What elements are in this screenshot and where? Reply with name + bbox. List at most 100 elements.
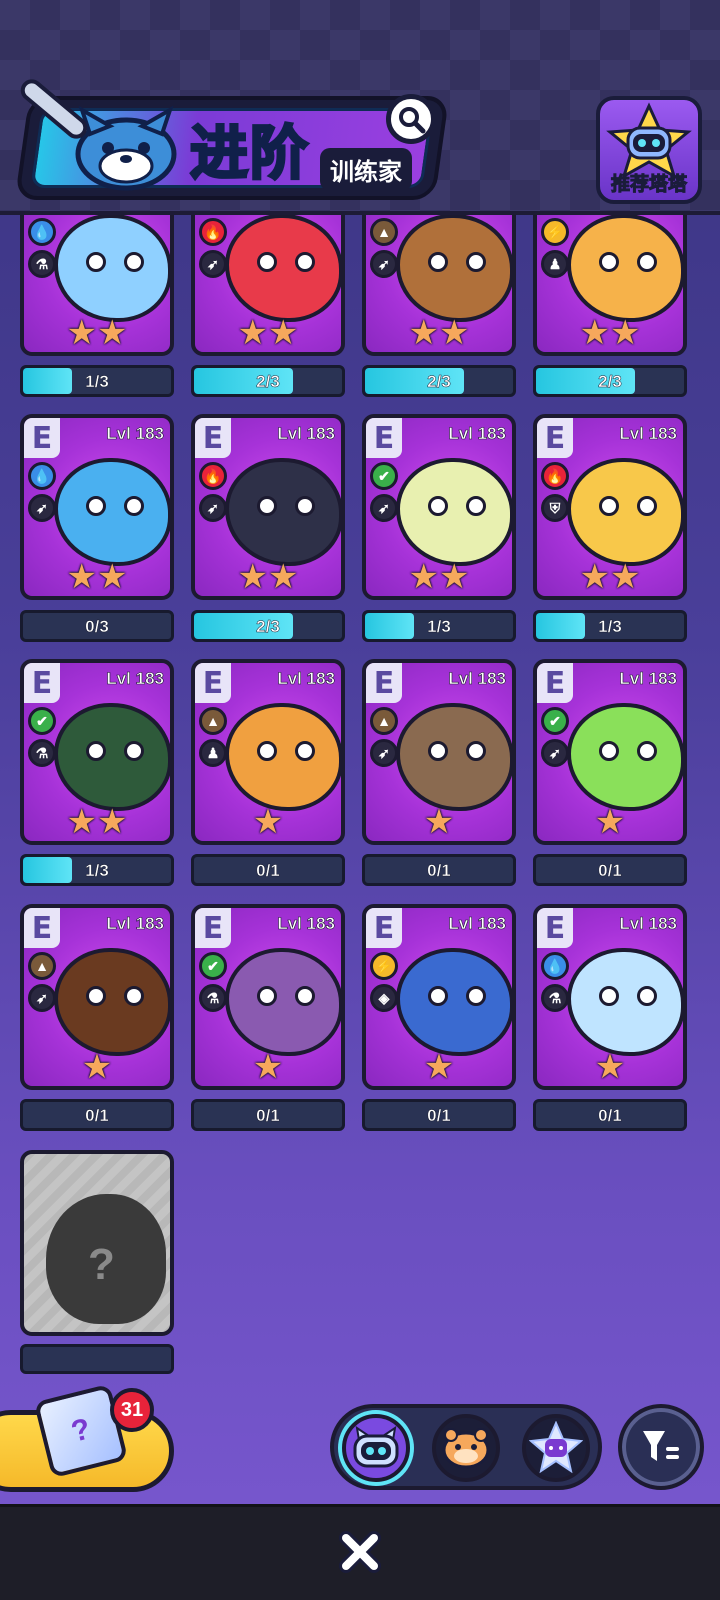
level-label: Lvl 183 [619,424,677,444]
evolve-progress-bar: 2/3 [533,365,687,397]
fire-element-icon: 🔥 [541,462,569,490]
creature-portrait [396,458,512,566]
tab-star-cat[interactable] [522,1414,590,1482]
star-rating: ★★ [237,558,299,596]
creature-card[interactable]: E Lvl 183 ✔ ➶ ★ [533,659,687,845]
eye [637,986,657,1006]
creature-portrait [396,703,512,811]
progress-text: 1/3 [427,617,451,637]
creature-card[interactable]: E Lvl 183 ⚡ ◈ ★ [362,904,516,1090]
star-rating: ★ [594,1048,626,1086]
creature-portrait [396,948,512,1056]
progress-text: 0/3 [85,617,109,637]
creature-card[interactable]: E Lvl 183 ▲ ♟ ★ [191,659,345,845]
search-button[interactable] [386,94,436,144]
tata-cat-icon [353,1426,399,1468]
creature-card[interactable]: E Lvl 183 ✔ ➶ ★★ [362,414,516,600]
eye [257,252,277,272]
eye [257,741,277,761]
eye [124,252,144,272]
rarity-badge: E [195,908,231,948]
level-label: Lvl 183 [106,669,164,689]
creature-portrait [225,948,341,1056]
blue-mascot-icon [75,105,177,191]
star-rating: ★★ [579,558,641,596]
eye [466,252,486,272]
progress-text: 0/1 [598,1106,622,1126]
special-role-icon: ♟ [541,250,569,278]
eye [599,986,619,1006]
evolve-progress-bar: 0/1 [191,1099,345,1131]
evolve-progress-bar: 0/1 [191,854,345,886]
collection-tabs [330,1404,602,1490]
recommend-button[interactable]: 推荐塔塔 [596,96,702,204]
evolve-progress-bar: 1/3 [533,610,687,642]
earth-element-icon: ▲ [199,707,227,735]
close-button[interactable] [336,1528,384,1576]
creature-card[interactable]: E Lvl 183 ▲ ➶ ★ [20,904,174,1090]
creature-portrait [225,214,341,322]
eye [466,986,486,1006]
water-element-icon: 💧 [541,952,569,980]
eye [466,741,486,761]
creature-portrait [567,458,683,566]
creature-card[interactable]: E Lvl 183 ▲ ➶ ★ [362,659,516,845]
creature-card[interactable]: E Lvl 183 🔥 ➶ ★★ [191,414,345,600]
page-subtitle: 训练家 [320,148,412,191]
hamster-icon [442,1428,490,1469]
water-element-icon: 💧 [28,462,56,490]
creature-portrait [54,214,170,322]
eye [124,741,144,761]
level-label: Lvl 183 [619,669,677,689]
creature-portrait [567,948,683,1056]
creature-card[interactable]: E Lvl 183 💧 ⚗ ★ [533,904,687,1090]
tab-tata[interactable] [342,1414,410,1482]
star-rating: ★★ [66,558,128,596]
rarity-badge: E [537,663,573,703]
creature-card[interactable]: E Lvl 183 🔥 ⛨ ★★ [533,414,687,600]
creature-portrait [567,214,683,322]
close-icon [339,1531,381,1573]
creature-card[interactable]: E Lvl 183 ✔ ⚗ ★★ [20,659,174,845]
electric-element-icon: ⚡ [370,952,398,980]
earth-element-icon: ▲ [28,952,56,980]
progress-text: 0/1 [256,1106,280,1126]
filter-button[interactable] [618,1404,704,1490]
star-cat-icon [529,1421,583,1474]
recommend-label: 推荐塔塔 [610,173,687,196]
star-rating: ★ [423,803,455,841]
grass-element-icon: ✔ [370,462,398,490]
earth-element-icon: ▲ [370,707,398,735]
earth-element-icon: ▲ [370,218,398,246]
star-rating: ★★ [66,314,128,352]
creature-card[interactable]: E Lvl 183 💧 ➶ ★★ [20,414,174,600]
grass-element-icon: ✔ [28,707,56,735]
header: 进阶 训练家 推荐塔塔 [0,0,720,215]
electric-element-icon: ⚡ [541,218,569,246]
evolve-progress-bar: 0/1 [20,1099,174,1131]
star-rating: ★ [252,803,284,841]
progress-text: 0/1 [427,1106,451,1126]
eye [599,252,619,272]
level-label: Lvl 183 [277,914,335,934]
support-role-icon: ⚗ [28,739,56,767]
mystery-box-question: ? [67,1412,94,1449]
eye [466,496,486,516]
star-rating: ★ [423,1048,455,1086]
eye [86,496,106,516]
level-label: Lvl 183 [448,424,506,444]
eye [428,496,448,516]
eye [295,496,315,516]
creature-card[interactable]: E Lvl 183 ✔ ⚗ ★ [191,904,345,1090]
evolve-progress-bar: 2/3 [362,365,516,397]
locked-card[interactable]: ? [20,1150,174,1336]
rarity-badge: E [537,908,573,948]
tab-hamster[interactable] [432,1414,500,1482]
star-rating: ★ [594,803,626,841]
support-role-icon: ⚗ [28,250,56,278]
locked-card-progress [20,1344,174,1374]
grass-element-icon: ✔ [541,707,569,735]
eye [637,741,657,761]
locked-question-mark: ? [88,1240,115,1289]
creature-portrait [54,458,170,566]
